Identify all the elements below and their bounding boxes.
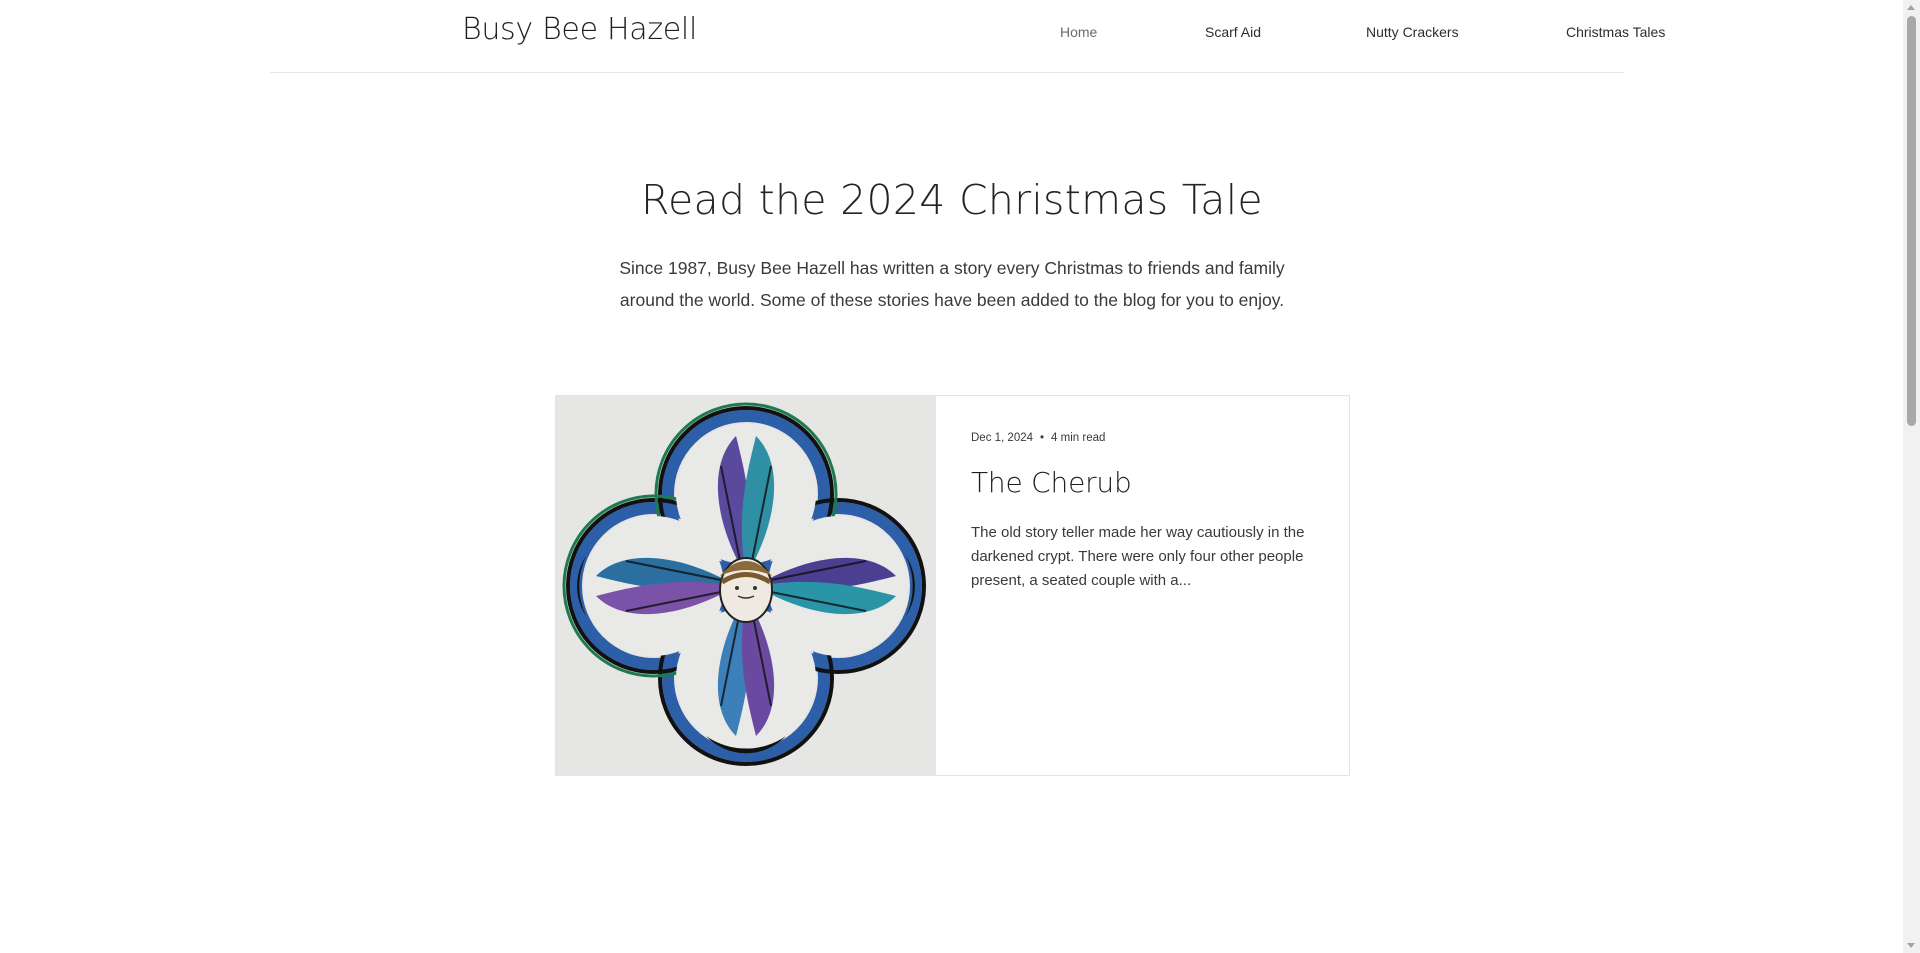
post-title[interactable]: The Cherub: [971, 466, 1321, 499]
site-header: Busy Bee Hazell Home Scarf Aid Nutty Cra…: [270, 0, 1665, 73]
page: Busy Bee Hazell Home Scarf Aid Nutty Cra…: [0, 0, 1920, 953]
page-scrollbar[interactable]: [1903, 0, 1920, 953]
post-meta: Dec 1, 2024 • 4 min read: [971, 432, 1321, 444]
hero-title: Read the 2024 Christmas Tale: [641, 176, 1263, 224]
nav-item-scarf-aid[interactable]: Scarf Aid: [1205, 24, 1261, 40]
scroll-thumb[interactable]: [1907, 16, 1916, 426]
scroll-down-icon[interactable]: [1907, 943, 1915, 948]
post-cover-image[interactable]: [556, 396, 936, 775]
post-read-time: 4 min read: [1051, 432, 1106, 444]
post-content: Dec 1, 2024 • 4 min read The Cherub The ol…: [971, 432, 1321, 593]
post-date: Dec 1, 2024: [971, 432, 1034, 444]
hero-description: Since 1987, Busy Bee Hazell has written …: [619, 258, 1285, 310]
nav-item-home[interactable]: Home: [1060, 24, 1097, 40]
nav-item-nutty-crackers[interactable]: Nutty Crackers: [1366, 24, 1459, 40]
cherub-illustration-icon: [556, 396, 936, 775]
nav-item-christmas-tales[interactable]: Christmas Tales: [1566, 24, 1665, 40]
meta-separator: •: [1040, 432, 1045, 444]
scroll-up-icon[interactable]: [1907, 5, 1915, 10]
site-title[interactable]: Busy Bee Hazell: [462, 12, 697, 47]
blog-post-card[interactable]: Dec 1, 2024 • 4 min read The Cherub The ol…: [555, 395, 1350, 776]
post-excerpt: The old story teller made her way cautio…: [971, 524, 1305, 589]
